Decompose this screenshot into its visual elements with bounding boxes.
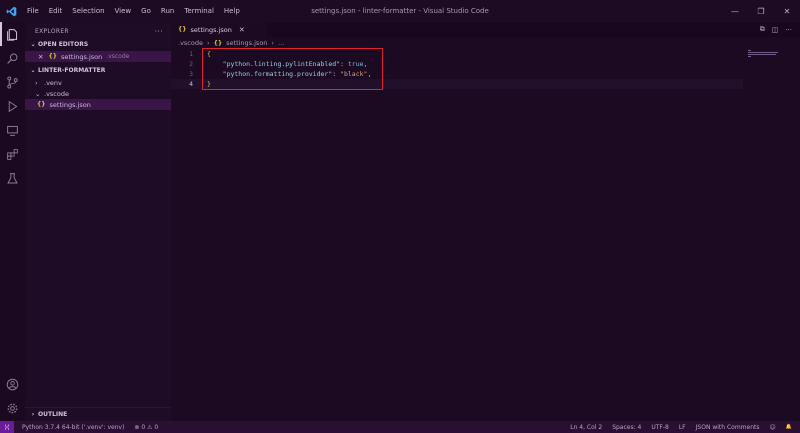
minimize-button[interactable]: — — [722, 0, 748, 22]
breadcrumb-folder[interactable]: .vscode — [178, 39, 203, 47]
window-controls: — ❐ ✕ — [722, 0, 800, 22]
editor-tabs: {} settings.json ✕ ⧉ ◫ ··· — [171, 22, 800, 37]
breadcrumb-symbol[interactable]: ... — [278, 39, 284, 47]
open-changes-icon[interactable]: ⧉ — [760, 25, 765, 34]
encoding[interactable]: UTF-8 — [651, 424, 669, 431]
language-mode[interactable]: JSON with Comments — [696, 424, 760, 431]
chevron-right-icon: › — [31, 411, 35, 418]
tree-item-venv[interactable]: › .venv — [25, 77, 171, 88]
menu-file[interactable]: File — [22, 0, 44, 22]
breadcrumb-file[interactable]: settings.json — [226, 39, 267, 47]
menu-selection[interactable]: Selection — [67, 0, 109, 22]
remote-indicator[interactable]: ⟩⟨ — [0, 421, 14, 433]
line-number: 1 — [189, 50, 193, 58]
menu-view[interactable]: View — [110, 0, 137, 22]
extensions-icon[interactable] — [0, 142, 25, 166]
line-number: 2 — [189, 60, 193, 68]
tab-label: settings.json — [190, 25, 232, 34]
close-tab-icon[interactable]: ✕ — [239, 26, 245, 34]
json-file-icon: {} — [48, 53, 57, 60]
close-window-button[interactable]: ✕ — [774, 0, 800, 22]
run-debug-icon[interactable] — [0, 94, 25, 118]
status-bar: ⟩⟨ Python 3.7.4 64-bit ('.venv': venv) ⊗… — [0, 421, 800, 433]
chevron-down-icon: ⌄ — [30, 67, 36, 74]
tree-item-vscode[interactable]: ⌄ .vscode — [25, 88, 171, 99]
indentation[interactable]: Spaces: 4 — [612, 424, 641, 431]
explorer-icon[interactable] — [0, 22, 25, 46]
search-icon[interactable] — [0, 46, 25, 70]
end-of-line[interactable]: LF — [679, 424, 686, 431]
menu-run[interactable]: Run — [156, 0, 179, 22]
open-editor-name: settings.json — [61, 52, 103, 61]
line-number: 3 — [189, 70, 193, 78]
chevron-right-icon: › — [35, 78, 38, 87]
menu-help[interactable]: Help — [219, 0, 245, 22]
explorer-sidebar: EXPLORER ··· ⌄ OPEN EDITORS ✕ {} setting… — [25, 22, 171, 421]
line-number: 4 — [189, 80, 193, 88]
split-editor-icon[interactable]: ◫ — [772, 26, 779, 34]
tree-item-settings-json[interactable]: {} settings.json — [25, 99, 171, 110]
python-interpreter[interactable]: Python 3.7.4 64-bit ('.venv': venv) — [22, 424, 124, 431]
account-icon[interactable] — [0, 372, 25, 396]
menu-go[interactable]: Go — [136, 0, 156, 22]
menu-terminal[interactable]: Terminal — [179, 0, 219, 22]
highlight-annotation-box — [202, 48, 383, 90]
testing-icon[interactable] — [0, 166, 25, 190]
title-bar: File Edit Selection View Go Run Terminal Help s… — [0, 0, 800, 22]
menu-edit[interactable]: Edit — [44, 0, 68, 22]
open-editor-item[interactable]: ✕ {} settings.json .vscode — [25, 51, 171, 62]
problems-count[interactable]: ⊗ 0 ⚠ 0 — [134, 424, 158, 431]
breadcrumb: .vscode › {} settings.json › ... — [178, 39, 285, 47]
code-editor[interactable]: 1{2 "python.linting.pylintEnabled": true… — [171, 49, 743, 399]
vscode-logo-icon — [0, 0, 22, 22]
remote-explorer-icon[interactable] — [0, 118, 25, 142]
sidebar-title: EXPLORER — [35, 27, 69, 35]
activity-bar — [0, 22, 25, 421]
chevron-down-icon: ⌄ — [30, 41, 36, 48]
json-file-icon: {} — [178, 26, 187, 33]
more-actions-button[interactable]: ··· — [154, 27, 163, 36]
open-editor-dir: .vscode — [106, 53, 130, 60]
close-icon[interactable]: ✕ — [38, 53, 43, 61]
folder-header[interactable]: ⌄ LINTER-FORMATTER — [25, 64, 171, 77]
chevron-down-icon: ⌄ — [35, 89, 41, 98]
outline-header[interactable]: › OUTLINE — [25, 408, 171, 421]
menu-bar: File Edit Selection View Go Run Terminal Help — [22, 0, 245, 22]
restore-button[interactable]: ❐ — [748, 0, 774, 22]
json-file-icon: {} — [213, 39, 223, 47]
tab-settings-json[interactable]: {} settings.json ✕ — [171, 22, 266, 37]
feedback-icon[interactable]: ☺ — [770, 424, 776, 431]
minimap[interactable] — [743, 49, 800, 399]
json-file-icon: {} — [37, 101, 46, 108]
settings-gear-icon[interactable] — [0, 396, 25, 420]
notifications-bell-icon[interactable]: 🔔 — [786, 424, 792, 430]
more-actions-icon[interactable]: ··· — [785, 26, 792, 34]
editor-actions: ⧉ ◫ ··· — [760, 22, 792, 37]
cursor-position[interactable]: Ln 4, Col 2 — [570, 424, 602, 431]
source-control-icon[interactable] — [0, 70, 25, 94]
open-editors-header[interactable]: ⌄ OPEN EDITORS — [25, 38, 171, 51]
